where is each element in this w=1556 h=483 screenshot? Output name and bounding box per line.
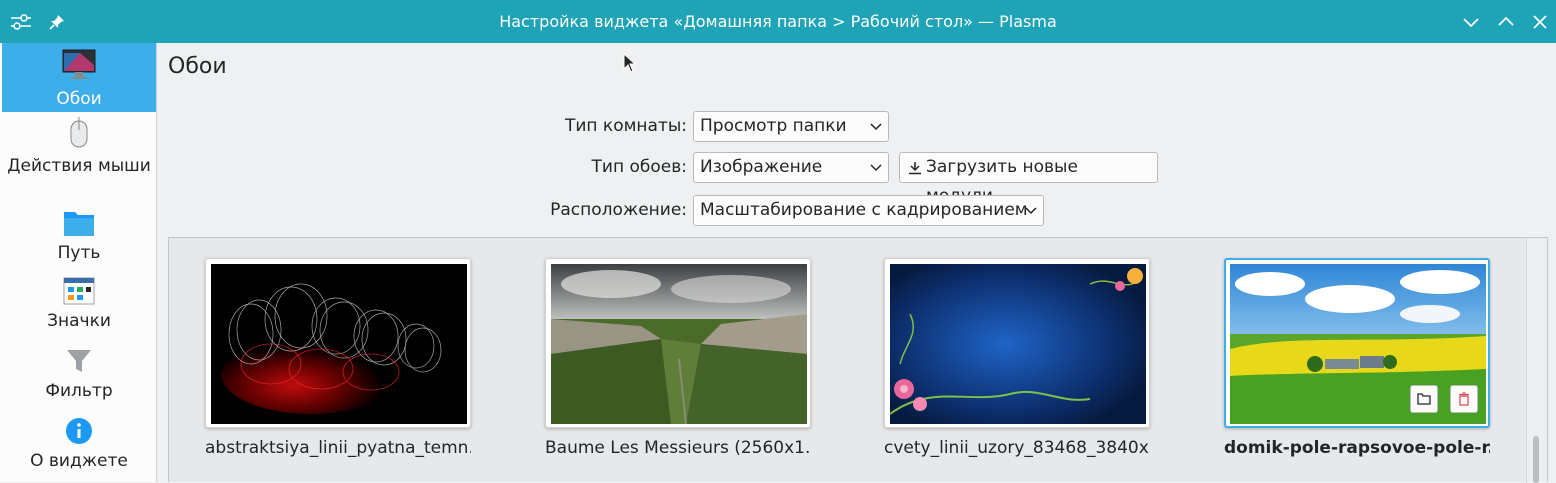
folder-icon	[63, 209, 95, 237]
sidebar-item-label: Фильтр	[45, 381, 113, 401]
wallpaper-thumbnail[interactable]	[884, 258, 1150, 428]
chevron-down-icon	[870, 123, 882, 131]
sidebar-item-filter[interactable]: Фильтр	[2, 347, 156, 405]
wallpaper-thumbnail-selected[interactable]	[1224, 258, 1490, 428]
room-type-value: Просмотр папки	[700, 116, 847, 136]
wallpaper-image	[1230, 264, 1486, 424]
positioning-label: Расположение:	[550, 200, 687, 220]
page-title: Обои	[168, 54, 227, 79]
download-icon	[909, 162, 921, 175]
sidebar-item-label: Путь	[57, 243, 101, 263]
mouse-cursor-icon	[623, 53, 637, 73]
maximize-button[interactable]	[1494, 10, 1518, 34]
wallpaper-type-combo[interactable]: Изображение	[693, 152, 889, 183]
positioning-combo[interactable]: Масштабирование с кадрированием	[693, 195, 1044, 226]
wallpaper-gallery: abstraktsiya_linii_pyatna_temn... Baume …	[168, 237, 1548, 483]
get-new-plugins-button[interactable]: Загрузить новые модули...	[899, 152, 1158, 206]
gallery-scrollbar[interactable]	[1526, 238, 1547, 483]
close-button[interactable]	[1528, 10, 1552, 34]
chevron-down-icon	[1025, 207, 1037, 215]
sidebar: Обои Действия мыши Путь Значки Фильтр О …	[0, 43, 157, 482]
wallpaper-name: abstraktsiya_linii_pyatna_temn...	[205, 438, 471, 458]
room-type-combo[interactable]: Просмотр папки	[693, 111, 889, 142]
wallpaper-name: Baume Les Messieurs (2560x1...	[545, 438, 811, 458]
wallpaper-name: domik-pole-rapsovoe-pole-r...	[1224, 438, 1490, 458]
wallpaper-image	[890, 264, 1146, 424]
delete-wallpaper-button[interactable]	[1450, 385, 1478, 413]
open-folder-button[interactable]	[1410, 385, 1438, 413]
wallpaper-thumbnail[interactable]	[545, 258, 811, 428]
wallpaper-image	[551, 264, 807, 424]
positioning-value: Масштабирование с кадрированием	[700, 200, 1028, 220]
info-icon	[65, 417, 93, 445]
window-title: Настройка виджета «Домашняя папка > Рабо…	[499, 12, 1057, 31]
sidebar-item-icons[interactable]: Значки	[2, 277, 156, 335]
wallpaper-thumbnail[interactable]	[205, 258, 471, 428]
window-titlebar: Настройка виджета «Домашняя папка > Рабо…	[0, 0, 1556, 43]
sidebar-item-label: О виджете	[30, 451, 128, 471]
sidebar-item-wallpaper[interactable]: Обои	[2, 43, 156, 112]
sidebar-item-mouse-actions[interactable]: Действия мыши	[2, 117, 156, 203]
wallpaper-name: cvety_linii_uzory_83468_3840x...	[884, 438, 1150, 458]
room-type-label: Тип комнаты:	[564, 116, 687, 136]
minimize-button[interactable]	[1459, 10, 1483, 34]
trash-icon	[1459, 392, 1469, 406]
folder-icon	[1417, 393, 1431, 405]
monitor-icon	[62, 49, 96, 81]
wallpaper-type-value: Изображение	[700, 157, 823, 177]
sidebar-item-about[interactable]: О виджете	[2, 417, 156, 475]
icons-view-icon	[63, 277, 95, 305]
sidebar-item-path[interactable]: Путь	[2, 209, 156, 267]
scrollbar-handle[interactable]	[1533, 436, 1539, 483]
chevron-down-icon	[870, 164, 882, 172]
wallpaper-image	[211, 264, 467, 424]
sidebar-item-label: Обои	[56, 89, 102, 109]
mouse-icon	[69, 117, 89, 149]
filter-icon	[65, 347, 93, 375]
sidebar-item-label: Значки	[47, 311, 111, 331]
wallpaper-type-label: Тип обоев:	[591, 157, 687, 177]
sidebar-item-label: Действия мыши	[7, 156, 151, 176]
